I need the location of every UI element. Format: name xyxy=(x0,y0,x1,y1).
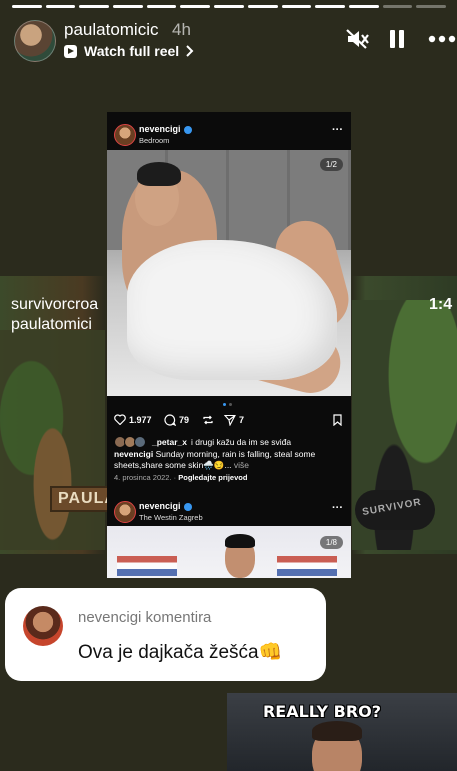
progress-segment xyxy=(146,5,177,8)
watch-full-reel-link[interactable]: Watch full reel xyxy=(64,43,194,59)
carousel-dot-active xyxy=(223,403,226,406)
liked-by-user[interactable]: _petar_x xyxy=(152,437,187,447)
caption-username[interactable]: nevencigi xyxy=(114,449,153,459)
photo2-flag xyxy=(277,556,337,576)
comment-action[interactable]: 79 xyxy=(164,414,189,426)
comment-sticker-text: Ova je dajkača žešća👊 xyxy=(78,642,283,663)
comment-sticker[interactable]: nevencigi komentira Ova je dajkača žešća… xyxy=(5,588,326,681)
repost-action[interactable] xyxy=(202,414,214,426)
shares-count: 7 xyxy=(239,415,245,425)
comment-sticker-title: nevencigi komentira xyxy=(78,609,212,626)
caption-more-link[interactable]: više xyxy=(234,460,249,470)
bookmark-icon[interactable] xyxy=(332,414,343,426)
meme-hair xyxy=(312,721,362,741)
likes-count: 1.977 xyxy=(129,414,152,425)
progress-segment xyxy=(416,5,446,8)
carousel-dots xyxy=(223,403,232,406)
see-translation-link[interactable]: Pogledajte prijevod xyxy=(178,473,247,482)
watch-full-reel-label: Watch full reel xyxy=(84,43,180,59)
reel-icon xyxy=(64,44,77,58)
post2-avatar[interactable] xyxy=(114,501,136,523)
commenter-avatar xyxy=(23,606,63,646)
post2-more-icon[interactable]: ··· xyxy=(332,502,343,514)
progress-segment xyxy=(180,5,211,8)
post-date: 4. prosinca 2022. xyxy=(114,473,172,482)
story-username[interactable]: paulatomicic xyxy=(64,20,159,40)
photo2-counter: 1/8 xyxy=(319,536,343,549)
background-overlay-text: survivorcroa paulatomici xyxy=(11,296,99,333)
post2-username-wrap[interactable]: nevencigi xyxy=(139,501,192,511)
carousel-dot xyxy=(229,403,232,406)
photo-hair xyxy=(137,162,181,186)
progress-segment xyxy=(113,5,143,8)
progress-segment xyxy=(79,5,110,8)
comment-icon[interactable] xyxy=(164,414,176,426)
liker-avatar xyxy=(134,436,146,448)
meme-image: REALLY BRO? xyxy=(227,693,457,771)
like-action[interactable]: 1.977 xyxy=(114,414,152,425)
post-photo[interactable]: 1/2 xyxy=(107,150,351,396)
background-scene-left xyxy=(0,330,105,550)
liked-by-row[interactable]: _petar_x i drugi kažu da im se sviđa xyxy=(114,436,291,448)
mute-icon[interactable] xyxy=(345,28,369,50)
progress-segment xyxy=(382,5,413,8)
post-date-row: 4. prosinca 2022. · Pogledajte prijevod xyxy=(114,473,248,482)
progress-segment xyxy=(214,5,244,8)
post-more-icon[interactable]: ··· xyxy=(332,124,343,136)
post2-photo[interactable]: 1/8 xyxy=(107,526,351,578)
comments-count: 79 xyxy=(179,415,190,425)
post-username-wrap[interactable]: nevencigi xyxy=(139,124,192,134)
post-username[interactable]: nevencigi xyxy=(139,124,181,134)
post2-location[interactable]: The Westin Zagreb xyxy=(139,513,203,522)
photo2-flag xyxy=(117,556,177,576)
share-icon[interactable] xyxy=(224,414,236,426)
post-location[interactable]: Bedroom xyxy=(139,136,169,145)
pause-icon[interactable] xyxy=(389,28,405,50)
progress-segment xyxy=(315,5,345,8)
post2-username[interactable]: nevencigi xyxy=(139,501,181,511)
meme-text: REALLY BRO? xyxy=(262,702,382,721)
liked-by-rest: i drugi kažu da im se sviđa xyxy=(190,437,292,447)
repost-icon[interactable] xyxy=(202,414,214,426)
verified-icon xyxy=(183,502,192,511)
photo2-hair xyxy=(225,534,255,548)
progress-segment xyxy=(12,5,42,8)
shared-post-card[interactable]: nevencigi Bedroom ··· 1/2 1.977 79 7 _pe… xyxy=(107,112,351,578)
progress-segment xyxy=(348,5,379,8)
post-caption: nevencigi Sunday morning, rain is fallin… xyxy=(114,449,344,471)
story-time: 4h xyxy=(172,20,191,39)
save-action[interactable] xyxy=(332,414,343,426)
background-overlay-time: 1:4 xyxy=(429,296,453,313)
story-progress xyxy=(12,5,446,8)
post-actions: 1.977 79 7 xyxy=(114,414,346,430)
more-options-icon[interactable] xyxy=(428,35,456,43)
verified-icon xyxy=(183,125,192,134)
photo-counter: 1/2 xyxy=(319,158,343,171)
progress-segment xyxy=(281,5,312,8)
share-action[interactable]: 7 xyxy=(224,414,244,426)
progress-segment xyxy=(45,5,76,8)
heart-icon[interactable] xyxy=(114,414,126,425)
progress-segment xyxy=(247,5,278,8)
story-avatar[interactable] xyxy=(14,20,56,62)
post-avatar[interactable] xyxy=(114,124,136,146)
chevron-right-icon xyxy=(186,45,194,57)
